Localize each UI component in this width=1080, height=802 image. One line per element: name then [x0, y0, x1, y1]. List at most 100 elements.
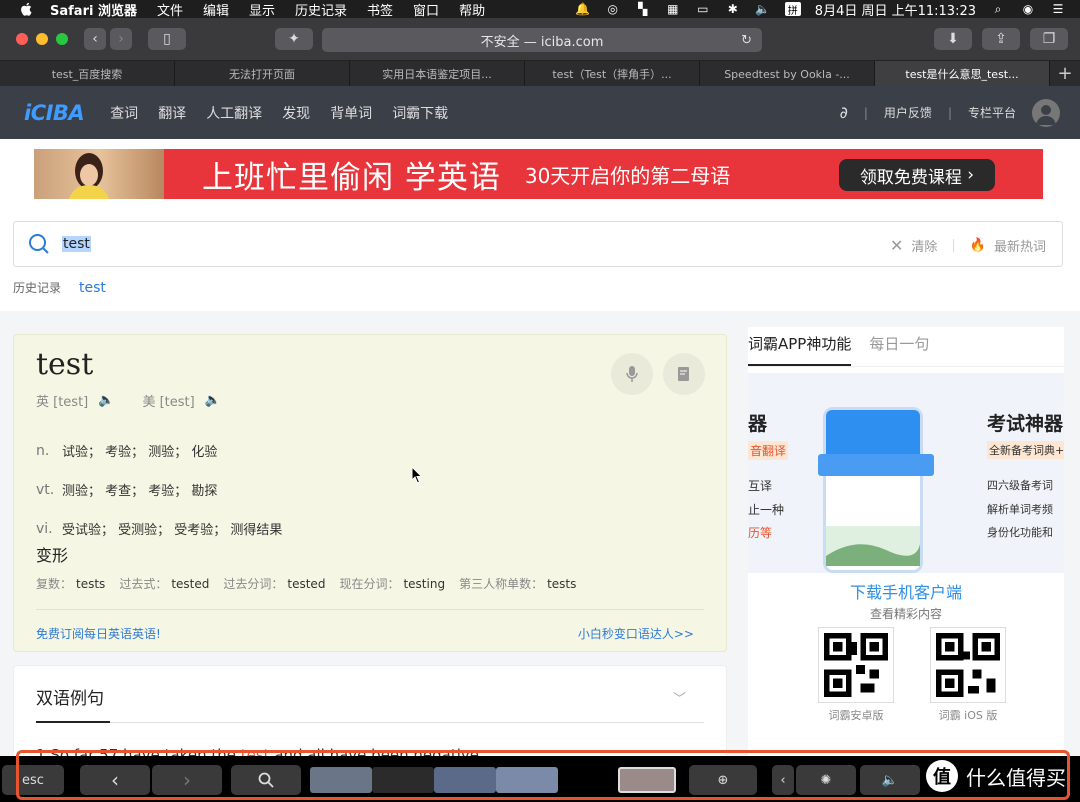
clear-button[interactable]: 清除	[911, 236, 937, 255]
uk-phonetic: 英 [test]	[36, 395, 89, 410]
menu-help[interactable]: 帮助	[459, 0, 485, 19]
part-of-speech: n.	[36, 442, 50, 459]
form-value[interactable]: tested	[287, 577, 325, 591]
mouse-cursor-icon	[411, 466, 423, 484]
status-icon[interactable]: ◎	[605, 2, 621, 16]
column-link[interactable]: 专栏平台	[968, 104, 1016, 121]
fire-icon: 🔥	[969, 237, 986, 253]
search-box[interactable]: test ✕ 清除 | 🔥 最新热词	[13, 221, 1063, 267]
airplay-icon[interactable]: ▭	[695, 2, 711, 16]
pronunciation-row: 英 [test] 🔈 美 [test] 🔈	[36, 391, 221, 410]
browser-tab[interactable]: test_百度搜索	[0, 61, 175, 87]
menu-history[interactable]: 历史记录	[295, 0, 347, 19]
close-button[interactable]	[16, 33, 28, 45]
part-of-speech: vi.	[36, 520, 53, 537]
apple-icon[interactable]	[18, 1, 34, 17]
menu-file[interactable]: 文件	[157, 0, 183, 19]
ad-banner[interactable]: 上班忙里偷闲 学英语 30天开启你的第二母语 领取免费课程 ›	[34, 149, 1043, 199]
qr-android[interactable]: 词霸安卓版	[818, 627, 894, 723]
app-promo-image[interactable]: 器 音翻译 互译 止一种 历等 考试神器 全新备考词典+1 四六级备考词 解析单…	[748, 373, 1064, 573]
meaning: 测验； 考查； 考验； 勘探	[62, 484, 218, 499]
search-input[interactable]: test	[62, 236, 91, 252]
notification-icon[interactable]: 🔔	[575, 2, 591, 16]
add-to-wordbook-button[interactable]	[663, 353, 705, 395]
browser-tab[interactable]: Speedtest by Ookla -...	[700, 61, 875, 87]
control-center-icon[interactable]: ☰	[1050, 2, 1066, 16]
browser-tab[interactable]: test（Test（摔角手）...	[525, 61, 700, 87]
forward-button[interactable]: ›	[110, 28, 132, 50]
nav-discover[interactable]: 发现	[282, 103, 310, 123]
speaking-link[interactable]: 小白秒变口语达人>>	[578, 625, 694, 642]
feedback-link[interactable]: 用户反馈	[884, 104, 932, 121]
qr-ios[interactable]: 词霸 iOS 版	[930, 627, 1006, 723]
menu-edit[interactable]: 编辑	[203, 0, 229, 19]
sidebar-toggle-button[interactable]: ▯	[148, 28, 186, 50]
browser-tab[interactable]: 实用日本语鉴定项目...	[350, 61, 525, 87]
minimize-button[interactable]	[36, 33, 48, 45]
grid-icon[interactable]: ▦	[665, 2, 681, 16]
share-button[interactable]: ⇪	[982, 28, 1020, 50]
definition-card: test 英 [test] 🔈 美 [test] 🔈 n. 试验； 考验； 测验； 化…	[13, 334, 727, 652]
volume-icon[interactable]: 🔈	[755, 2, 771, 16]
definition-row: vt. 测验； 考查； 考验； 勘探	[36, 480, 282, 500]
headword: test	[36, 347, 94, 382]
hot-words-button[interactable]: 最新热词	[994, 236, 1046, 255]
promo-text: 历等	[748, 526, 773, 540]
menu-app-name[interactable]: Safari 浏览器	[50, 0, 137, 19]
extension-icon[interactable]: ✦	[275, 28, 313, 50]
microphone-icon	[626, 366, 638, 382]
nav-lookup[interactable]: 查词	[110, 103, 138, 123]
menu-clock[interactable]: 8月4日 周日 上午11:13:23	[815, 0, 976, 19]
form-value[interactable]: tested	[171, 577, 209, 591]
back-button[interactable]: ‹	[84, 28, 106, 50]
phone-thumbnail	[826, 526, 920, 566]
microphone-button[interactable]	[611, 353, 653, 395]
history-item[interactable]: test	[79, 280, 106, 296]
avatar[interactable]	[1032, 98, 1060, 127]
tab-app-features[interactable]: 词霸APP神功能	[748, 333, 852, 366]
input-method-icon[interactable]: 拼	[784, 2, 801, 17]
nav-vocabulary[interactable]: 背单词	[330, 103, 372, 123]
banner-cta-button[interactable]: 领取免费课程 ›	[839, 159, 995, 191]
address-bar[interactable]: 不安全 — iciba.com ↻	[322, 28, 762, 52]
form-label: 第三人称单数：	[459, 577, 544, 591]
promo-text: 互译	[748, 479, 773, 493]
window-controls	[16, 33, 68, 45]
browser-tab-active[interactable]: test是什么意思_test...	[875, 61, 1050, 87]
search-history: 历史记录 test	[13, 279, 106, 296]
subscribe-link[interactable]: 免费订阅每日英语英语!	[36, 625, 161, 642]
new-tab-button[interactable]: +	[1050, 61, 1080, 86]
menu-view[interactable]: 显示	[249, 0, 275, 19]
nav-download[interactable]: 词霸下载	[392, 103, 448, 123]
divider: |	[947, 105, 952, 120]
meaning: 受试验； 受测验； 受考验； 测得结果	[62, 523, 283, 538]
promo-text: 四六级备考词	[987, 479, 1053, 492]
form-value[interactable]: tests	[547, 577, 576, 591]
speaker-icon[interactable]: 🔈	[205, 393, 221, 408]
form-value[interactable]: testing	[403, 577, 445, 591]
menu-window[interactable]: 窗口	[413, 0, 439, 19]
iciba-logo[interactable]: iCIBA	[24, 101, 85, 125]
divider: |	[951, 237, 956, 253]
download-title[interactable]: 下载手机客户端	[748, 579, 1064, 603]
nav-human-translate[interactable]: 人工翻译	[206, 103, 262, 123]
window-manager-icon[interactable]: ▚	[635, 2, 651, 16]
link-icon[interactable]: ∂	[840, 103, 848, 122]
touch-bar-highlight	[16, 750, 1070, 800]
form-value[interactable]: tests	[76, 577, 105, 591]
speaker-icon[interactable]: 🔈	[98, 393, 114, 408]
menu-bookmarks[interactable]: 书签	[367, 0, 393, 19]
zoom-button[interactable]	[56, 33, 68, 45]
reload-icon[interactable]: ↻	[741, 33, 752, 48]
search-icon[interactable]: ⌕	[990, 2, 1006, 16]
browser-tab[interactable]: 无法打开页面	[175, 61, 350, 87]
tabs-overview-button[interactable]: ❐	[1030, 28, 1068, 50]
download-button[interactable]: ⬇	[934, 28, 972, 50]
siri-icon[interactable]: ◉	[1020, 2, 1036, 16]
chevron-down-icon[interactable]: ﹀	[673, 688, 686, 707]
promo-text: 全新备考词典+1	[987, 441, 1064, 459]
clear-icon[interactable]: ✕	[890, 236, 903, 255]
bluetooth-icon[interactable]: ✱	[725, 2, 741, 16]
tab-daily-sentence[interactable]: 每日一句	[869, 333, 929, 366]
nav-translate[interactable]: 翻译	[158, 103, 186, 123]
